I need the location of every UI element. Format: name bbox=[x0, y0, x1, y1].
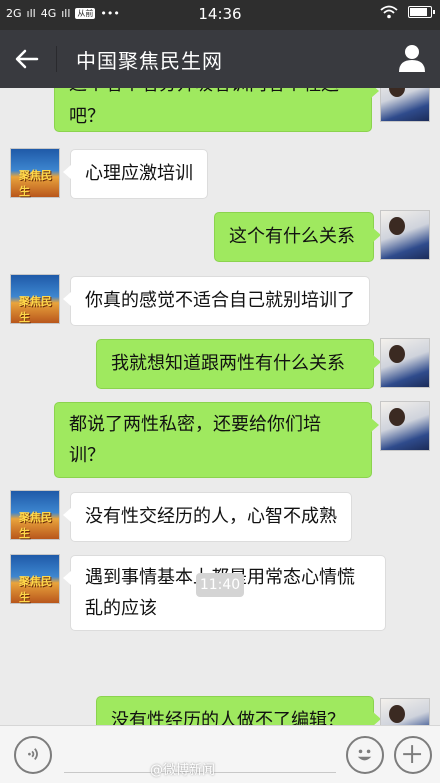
input-bar: @微博新闻 bbox=[0, 725, 440, 783]
news-avatar[interactable]: 聚焦民生 bbox=[10, 148, 60, 198]
news-avatar[interactable]: 聚焦民生 bbox=[10, 554, 60, 604]
user-avatar[interactable] bbox=[380, 88, 430, 122]
add-icon[interactable] bbox=[394, 736, 432, 774]
message-text: 没有性交经历的人，心智不成熟 bbox=[85, 506, 337, 527]
message-text: 我就想知道跟两性有什么关系 bbox=[111, 353, 345, 374]
wifi-icon bbox=[380, 5, 398, 19]
news-avatar[interactable]: 聚焦民生 bbox=[10, 274, 60, 324]
chat-title: 中国聚焦民生网 bbox=[76, 49, 223, 73]
message-bubble-outgoing: 这个者个者分开吸者训内者个程运 吧？ bbox=[54, 88, 379, 132]
message-bubble-incoming: 没有性交经历的人，心智不成熟 bbox=[63, 492, 352, 542]
status-bar: 2G ıll 4G ıll 从前 ••• 14:36 bbox=[0, 0, 440, 30]
voice-icon[interactable] bbox=[14, 736, 52, 774]
message-bubble-incoming: 你真的感觉不适合自己就别培训了 bbox=[63, 276, 370, 326]
chat-area[interactable]: 这个者个者分开吸者训内者个程运 吧？ 聚焦民生 心理应激培训 这个有什么关系 聚… bbox=[0, 88, 440, 725]
title-bar: 中国聚焦民生网 bbox=[0, 30, 440, 88]
message-text: 没有性经历的人做不了编辑？ bbox=[111, 710, 345, 725]
battery-icon bbox=[408, 6, 435, 18]
watermark: @微博新闻 bbox=[150, 763, 216, 778]
back-arrow-icon[interactable] bbox=[12, 44, 42, 74]
message-text-line: 吧？ bbox=[69, 106, 105, 127]
person-icon[interactable] bbox=[396, 42, 428, 74]
battery-level bbox=[410, 8, 427, 16]
user-avatar[interactable] bbox=[380, 698, 430, 725]
message-text: 这个有什么关系 bbox=[229, 226, 355, 247]
message-text-line: 这个者个者分开吸者训内者个程运 bbox=[69, 88, 357, 101]
message-text-line: 乱的应该 bbox=[85, 598, 157, 619]
message-bubble-outgoing: 没有性经历的人做不了编辑？ bbox=[96, 696, 381, 725]
message-bubble-outgoing: 这个有什么关系 bbox=[214, 212, 381, 262]
message-text-line: 都说了两性私密，还要给你们培 bbox=[69, 414, 321, 435]
user-avatar[interactable] bbox=[380, 210, 430, 260]
clock: 14:36 bbox=[198, 5, 242, 23]
message-text-line: 训？ bbox=[69, 445, 105, 466]
emoji-icon[interactable] bbox=[346, 736, 384, 774]
timestamp-divider: 11:40 bbox=[196, 573, 244, 597]
message-text: 心理应激培训 bbox=[85, 163, 193, 184]
news-avatar[interactable]: 聚焦民生 bbox=[10, 490, 60, 540]
title-divider bbox=[56, 46, 57, 72]
message-bubble-outgoing: 都说了两性私密，还要给你们培 训？ bbox=[54, 402, 379, 478]
user-avatar[interactable] bbox=[380, 338, 430, 388]
message-bubble-incoming: 心理应激培训 bbox=[63, 149, 208, 199]
message-text: 你真的感觉不适合自己就别培训了 bbox=[85, 290, 355, 311]
user-avatar[interactable] bbox=[380, 401, 430, 451]
message-bubble-outgoing: 我就想知道跟两性有什么关系 bbox=[96, 339, 381, 389]
